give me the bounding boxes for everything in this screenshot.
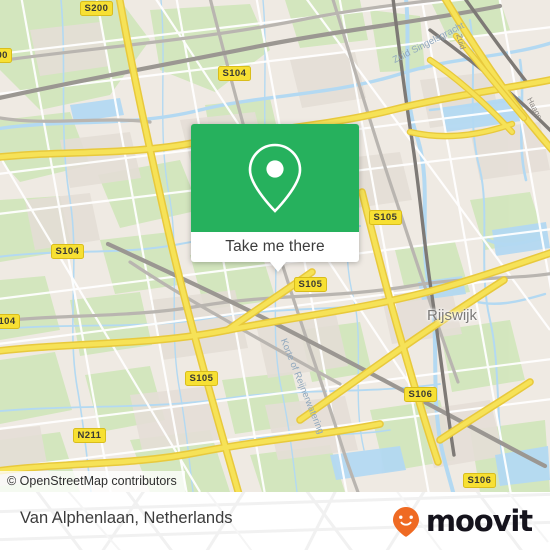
shield-s200-left: 00	[0, 48, 13, 63]
take-me-there-label: Take me there	[225, 238, 325, 255]
moovit-wordmark: moovit	[425, 504, 533, 538]
shield-s105-right: S105	[369, 210, 402, 225]
popup-action-bar[interactable]: Take me there	[191, 232, 359, 272]
osm-attribution[interactable]: © OpenStreetMap contributors	[0, 471, 185, 492]
destination-popup[interactable]: Take me there	[191, 124, 359, 272]
shield-n211: N211	[73, 428, 106, 443]
place-label-rijswijk: Rijswijk	[427, 307, 477, 324]
shield-s104-upper: S104	[218, 66, 251, 81]
shield-s106-mid: S106	[404, 387, 437, 402]
moovit-location-card: S200 00 S104 S105 S104 S105 104 S105 S106 N211 S10…	[0, 0, 550, 550]
moovit-smiley-pin-icon	[392, 507, 419, 537]
shield-s200-top: S200	[80, 1, 113, 16]
shield-s104-edge: 104	[0, 314, 21, 329]
map-canvas[interactable]: S200 00 S104 S105 S104 S105 104 S105 S106 N211 S10…	[0, 0, 550, 492]
shield-s105-lower: S105	[185, 371, 218, 386]
popup-header	[191, 124, 359, 232]
shield-s104-left: S104	[51, 244, 84, 259]
shield-s105-center: S105	[294, 277, 327, 292]
location-title: Van Alphenlaan, Netherlands	[20, 509, 233, 527]
popup-tail	[270, 262, 286, 272]
map-pin-icon	[248, 143, 302, 213]
moovit-brand[interactable]: moovit	[389, 504, 533, 538]
shield-s106-bottom: S106	[463, 473, 496, 488]
footer-bar: Van Alphenlaan, Netherlands moovit	[0, 492, 550, 550]
